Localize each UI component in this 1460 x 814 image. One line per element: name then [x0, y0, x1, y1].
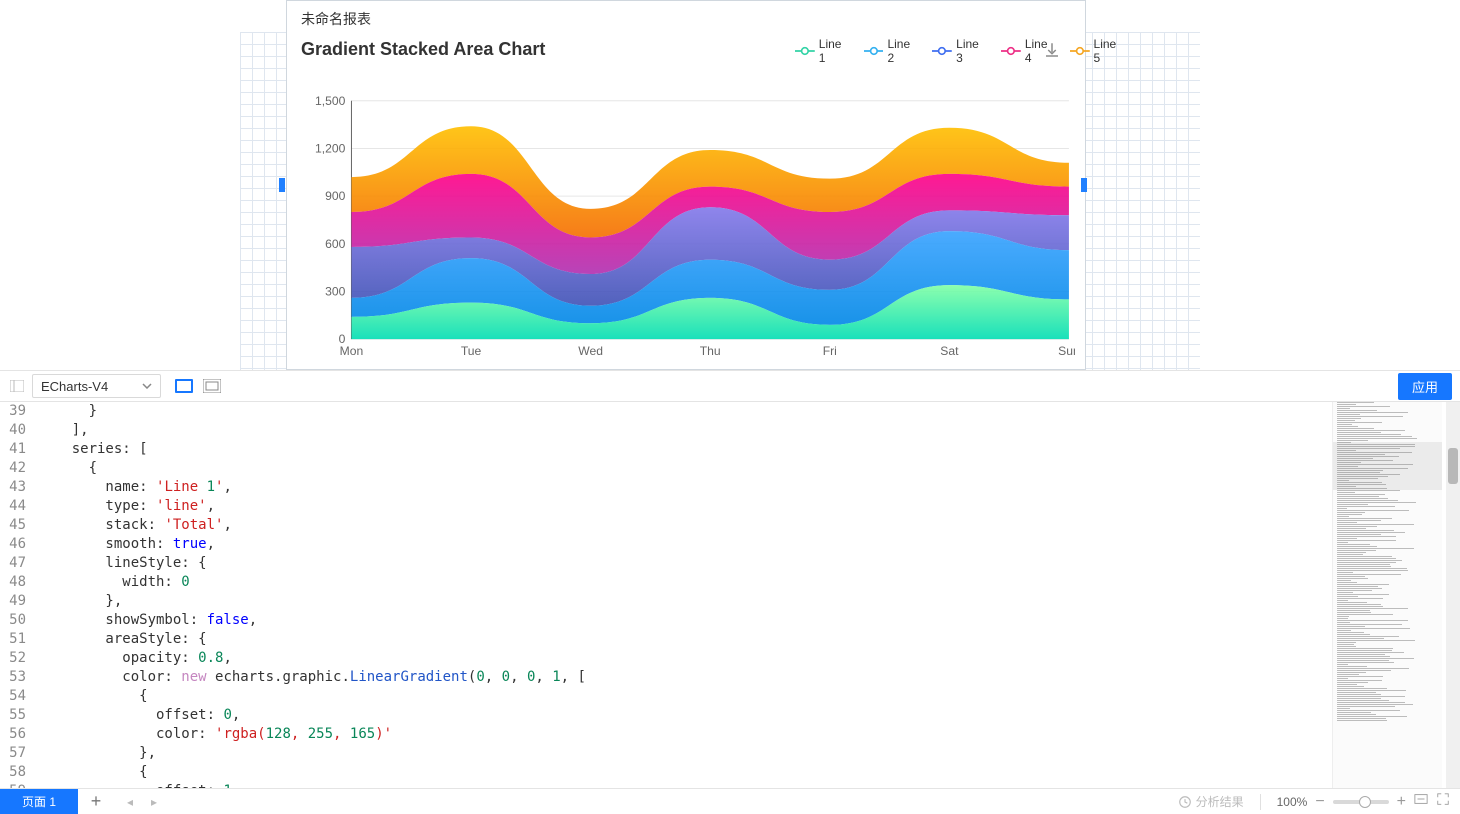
chevron-down-icon: [142, 383, 152, 389]
svg-text:Wed: Wed: [578, 344, 603, 358]
selection-handle-right[interactable]: [1081, 178, 1087, 192]
page-prev-icon[interactable]: ◂: [118, 795, 142, 809]
page-next-icon[interactable]: ▸: [142, 795, 166, 809]
legend-item-line1[interactable]: Line 1: [795, 37, 846, 65]
editor-gutter: 3940414243444546474849505152535455565758…: [0, 402, 32, 788]
legend-label: Line 1: [819, 37, 846, 65]
editor-toolbar: ECharts-V4 应用: [0, 370, 1460, 402]
legend-label: Line 5: [1094, 37, 1121, 65]
minimap-viewport[interactable]: [1333, 442, 1442, 490]
legend-item-line3[interactable]: Line 3: [932, 37, 983, 65]
zoom-slider-knob[interactable]: [1359, 796, 1371, 808]
editor-minimap[interactable]: [1332, 402, 1442, 788]
chart-library-select[interactable]: ECharts-V4: [32, 374, 161, 398]
layout-single-icon[interactable]: [175, 377, 193, 395]
page-nav: ◂ ▸: [118, 795, 166, 809]
svg-text:900: 900: [325, 189, 346, 203]
svg-text:Tue: Tue: [461, 344, 482, 358]
chart-header: Gradient Stacked Area Chart Line 1 Line …: [287, 35, 1085, 60]
chart-title: Gradient Stacked Area Chart: [301, 39, 545, 60]
svg-text:Fri: Fri: [823, 344, 837, 358]
fullscreen-icon[interactable]: [1436, 792, 1450, 811]
svg-text:1,200: 1,200: [315, 142, 346, 156]
analyze-label: 分析结果: [1196, 793, 1244, 810]
svg-text:300: 300: [325, 285, 346, 299]
analyze-results[interactable]: 分析结果: [1168, 793, 1254, 810]
editor-code[interactable]: } ], series: [ { name: 'Line 1', type: '…: [32, 402, 1442, 788]
selection-handle-left[interactable]: [279, 178, 285, 192]
svg-text:Sat: Sat: [940, 344, 959, 358]
design-canvas: 未命名报表 Gradient Stacked Area Chart Line 1…: [0, 0, 1460, 370]
download-icon[interactable]: [1043, 41, 1061, 59]
code-editor[interactable]: 3940414243444546474849505152535455565758…: [0, 402, 1460, 788]
legend-label: Line 3: [956, 37, 983, 65]
add-page-button[interactable]: +: [78, 789, 114, 814]
zoom-value: 100%: [1277, 795, 1308, 809]
editor-scrollbar[interactable]: [1446, 402, 1460, 788]
svg-text:600: 600: [325, 237, 346, 251]
chart-plot: 03006009001,2001,500MonTueWedThuFriSatSu…: [307, 71, 1075, 359]
scrollbar-thumb[interactable]: [1448, 448, 1458, 484]
footer-bar: 页面 1 + ◂ ▸ 分析结果 100% − +: [0, 788, 1460, 814]
svg-text:Sun: Sun: [1058, 344, 1075, 358]
apply-button[interactable]: 应用: [1398, 373, 1452, 400]
select-value: ECharts-V4: [41, 379, 108, 394]
fit-width-icon[interactable]: [1414, 792, 1428, 811]
svg-text:Mon: Mon: [340, 344, 364, 358]
widget-title: 未命名报表: [287, 1, 1085, 35]
zoom-controls: 100% − +: [1267, 792, 1460, 811]
svg-text:1,500: 1,500: [315, 94, 346, 108]
svg-text:Thu: Thu: [700, 344, 721, 358]
clock-icon: [1178, 795, 1192, 809]
collapse-panel-icon[interactable]: [8, 378, 26, 394]
separator: [1260, 794, 1261, 810]
chart-widget[interactable]: 未命名报表 Gradient Stacked Area Chart Line 1…: [286, 0, 1086, 370]
zoom-out-icon[interactable]: −: [1315, 793, 1324, 811]
layout-multi-icon[interactable]: [203, 377, 221, 395]
legend-label: Line 2: [887, 37, 914, 65]
zoom-slider[interactable]: [1333, 800, 1389, 804]
legend-item-line2[interactable]: Line 2: [864, 37, 915, 65]
zoom-in-icon[interactable]: +: [1397, 793, 1406, 811]
legend-item-line5[interactable]: Line 5: [1070, 37, 1121, 65]
chart-legend: Line 1 Line 2 Line 3 Line 4 Line 5: [795, 37, 1120, 65]
page-tab-1[interactable]: 页面 1: [0, 789, 78, 814]
